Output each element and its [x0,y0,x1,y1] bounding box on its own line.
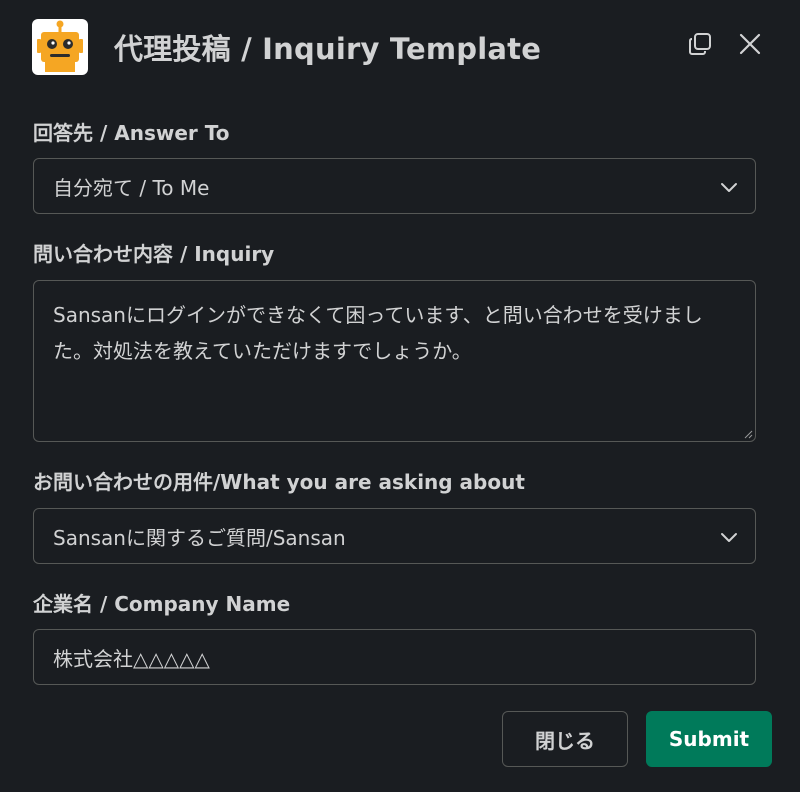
company-value: 株式会社△△△△△ [53,646,210,671]
answer-to-selected-value: 自分宛て / To Me [53,175,210,200]
answer-to-label: 回答先 / Answer To [33,121,230,145]
robot-icon [32,19,88,75]
header-actions [684,28,766,60]
answer-to-select[interactable]: 自分宛て / To Me [33,158,756,214]
inquiry-textarea[interactable]: Sansanにログインができなくて困っています、と問い合わせを受けました。対処法… [33,280,756,442]
chevron-down-icon [721,533,737,542]
topic-select[interactable]: Sansanに関するご質問/Sansan [33,508,756,564]
copy-window-icon[interactable] [684,28,716,60]
topic-selected-value: Sansanに関するご質問/Sansan [53,525,346,550]
resize-handle-icon[interactable] [743,429,753,439]
company-input[interactable]: 株式会社△△△△△ [33,629,756,685]
chevron-down-icon [721,183,737,192]
company-label: 企業名 / Company Name [33,592,291,616]
topic-label: お問い合わせの用件/What you are asking about [33,470,525,494]
modal-title: 代理投稿 / Inquiry Template [114,32,542,66]
close-button[interactable]: 閉じる [502,711,628,767]
inquiry-label: 問い合わせ内容 / Inquiry [33,242,275,266]
close-icon[interactable] [734,28,766,60]
inquiry-text: Sansanにログインができなくて困っています、と問い合わせを受けました。対処法… [53,303,703,363]
submit-button[interactable]: Submit [646,711,772,767]
modal-header: 代理投稿 / Inquiry Template [32,18,768,76]
inquiry-modal: 代理投稿 / Inquiry Template 回答先 / Answer To … [0,0,800,792]
